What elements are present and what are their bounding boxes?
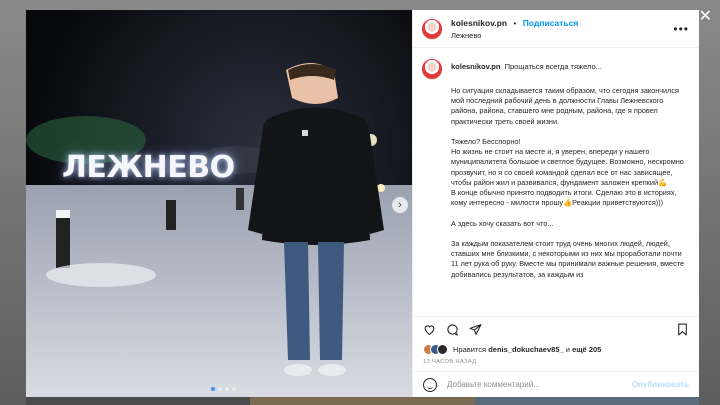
bookmark-icon[interactable] <box>676 323 689 336</box>
action-bar <box>413 316 699 342</box>
likes-row: Нравится denis_dokuchaev85_ и ещё 205 <box>413 342 699 357</box>
close-icon[interactable]: ✕ <box>699 6 712 26</box>
caption-intro: Прощаться всегда тяжело... <box>504 62 602 71</box>
post-sidebar: kolesnikov.pn • Подписаться Лежнево ••• … <box>412 10 699 397</box>
town-sign-text: ЛЕЖНЕВО <box>62 150 235 185</box>
carousel-dot <box>225 387 229 391</box>
likes-text: Нравится denis_dokuchaev85_ и ещё 205 <box>453 345 601 354</box>
heart-icon[interactable] <box>423 323 436 336</box>
comment-input[interactable] <box>447 380 632 389</box>
liker-username[interactable]: denis_dokuchaev85_ <box>488 345 563 354</box>
caption-body: Но ситуация складывается таким образом, … <box>451 86 685 279</box>
avatar[interactable] <box>421 17 443 40</box>
emoji-icon[interactable] <box>423 377 437 392</box>
caption-first-line: kolesnikov.pn Прощаться всегда тяжело... <box>451 62 602 72</box>
post-timestamp[interactable]: 13 ЧАСОВ НАЗАД <box>413 357 699 371</box>
post-modal: ЛЕЖНЕВО › kolesnikov.pn • Подписаться Ле… <box>26 10 699 397</box>
carousel-dot <box>232 387 236 391</box>
more-options-icon[interactable]: ••• <box>673 22 689 36</box>
share-icon[interactable] <box>469 323 482 336</box>
likes-prefix: Нравится <box>453 345 487 354</box>
location-link[interactable]: Лежнево <box>451 30 673 42</box>
header-text: kolesnikov.pn • Подписаться Лежнево <box>451 16 673 42</box>
likes-and: и <box>565 345 570 354</box>
post-photo[interactable]: ЛЕЖНЕВО › <box>26 10 412 397</box>
separator-dot: • <box>513 18 517 28</box>
photo-scene <box>26 10 412 397</box>
next-photo-button[interactable]: › <box>392 197 408 213</box>
carousel-dot <box>218 387 222 391</box>
publish-button[interactable]: Опубликовать <box>632 380 689 389</box>
caption-area: kolesnikov.pn Прощаться всегда тяжело...… <box>413 48 699 316</box>
caption-username[interactable]: kolesnikov.pn <box>451 62 500 71</box>
follow-button[interactable]: Подписаться <box>523 18 579 28</box>
background-feed-strip <box>26 397 699 405</box>
likes-count[interactable]: ещё 205 <box>572 345 601 354</box>
username-link[interactable]: kolesnikov.pn <box>451 18 507 28</box>
caption-header: kolesnikov.pn Прощаться всегда тяжело... <box>421 58 691 80</box>
caption-avatar[interactable] <box>421 58 443 80</box>
liker-avatar <box>437 344 448 355</box>
comment-icon[interactable] <box>446 323 459 336</box>
comment-bar: Опубликовать <box>413 371 699 397</box>
post-header: kolesnikov.pn • Подписаться Лежнево ••• <box>413 10 699 48</box>
carousel-indicator <box>211 387 236 391</box>
carousel-dot-active <box>211 387 215 391</box>
